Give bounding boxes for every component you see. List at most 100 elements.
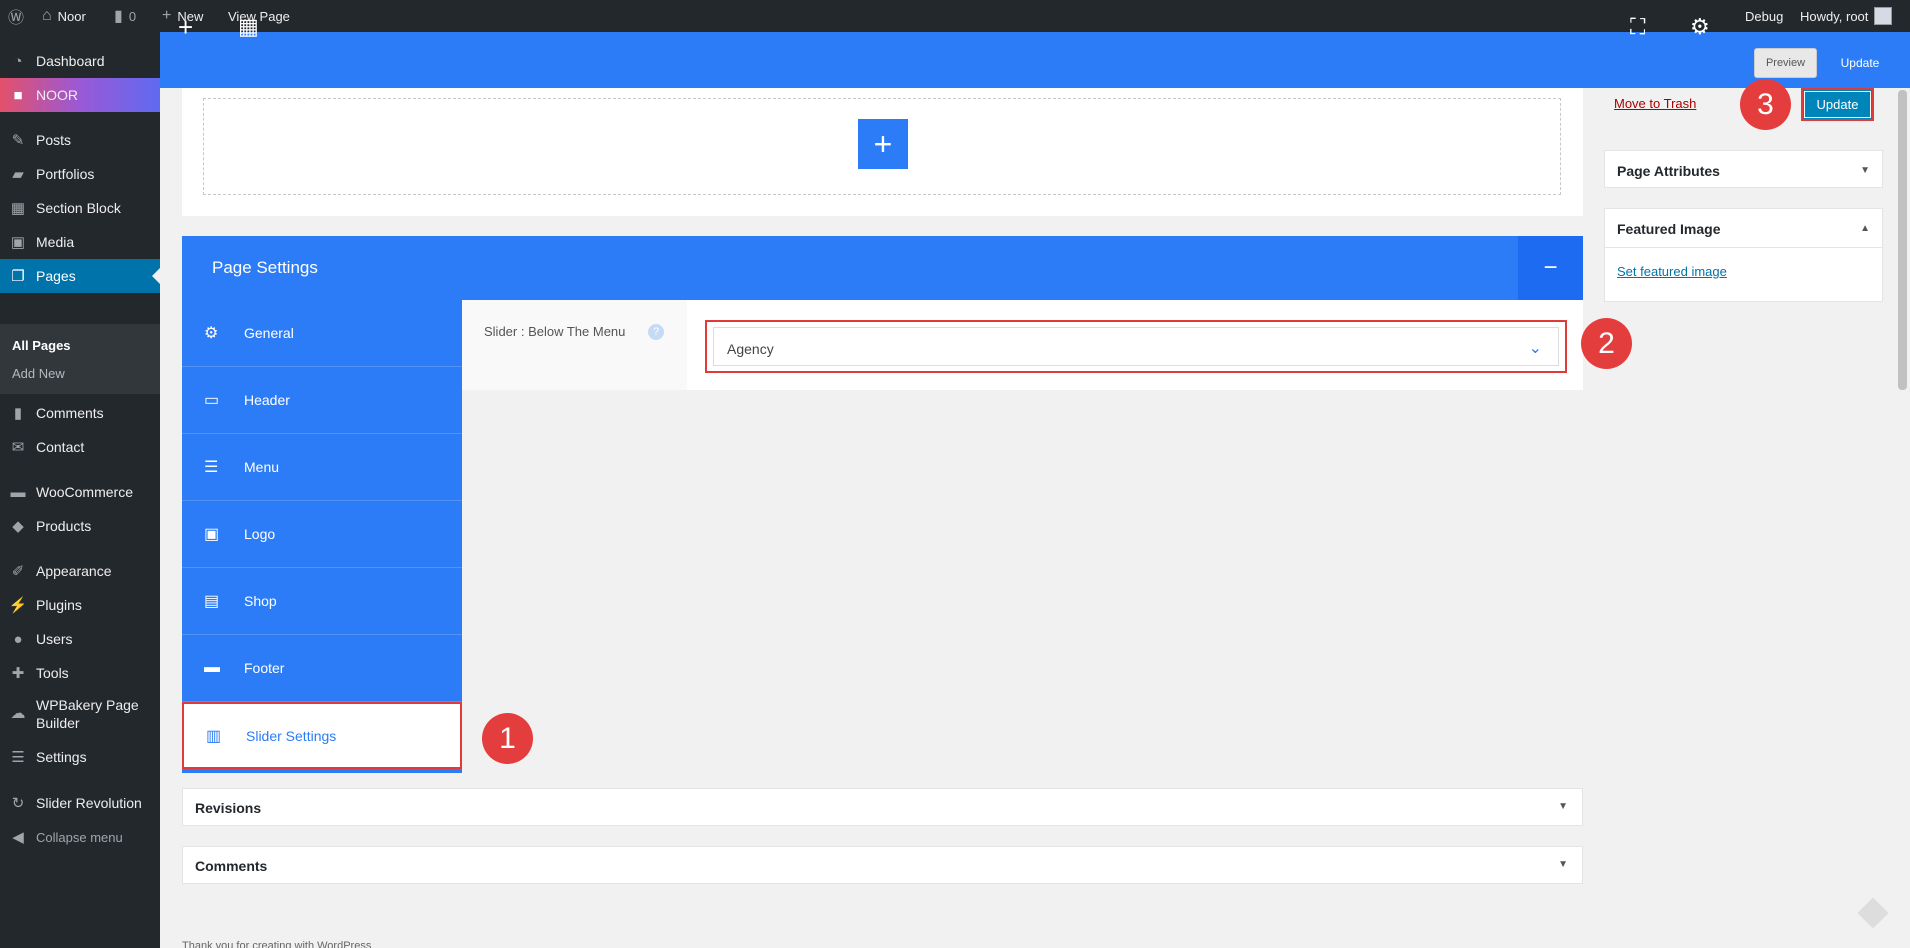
- gear-icon[interactable]: ⚙: [1690, 12, 1710, 42]
- field-label-column: Slider : Below The Menu ?: [462, 300, 687, 390]
- menu-item-section-block[interactable]: ▦ Section Block: [0, 191, 160, 225]
- menu-item-plugins[interactable]: ⚡ Plugins: [0, 588, 160, 622]
- help-icon[interactable]: ?: [648, 324, 664, 340]
- page-attributes-box[interactable]: Page Attributes ▼: [1604, 150, 1883, 188]
- feedback-icon[interactable]: [1857, 897, 1889, 929]
- revisions-box[interactable]: Revisions ▼: [182, 788, 1583, 826]
- page-attributes-title: Page Attributes: [1617, 163, 1720, 179]
- select-value: Agency: [727, 341, 774, 357]
- menu-item-noor[interactable]: ■ NOOR: [0, 78, 160, 112]
- comments-link[interactable]: ▮ 0: [114, 0, 136, 32]
- menu-item-settings[interactable]: ☰ Settings: [0, 740, 160, 774]
- brush-icon: ✐: [11, 563, 25, 580]
- cloud-icon: ☁: [10, 705, 26, 722]
- update-button[interactable]: Update: [1801, 88, 1874, 121]
- footer-credit: Thank you for creating with WordPress: [182, 940, 372, 948]
- menu-item-tools[interactable]: ✚ Tools: [0, 656, 160, 690]
- step-badge-1: 1: [482, 713, 533, 764]
- comment-icon: ▮: [13, 405, 23, 422]
- pin-icon: ✎: [11, 132, 25, 149]
- image-icon: ▣: [204, 526, 220, 543]
- nav-logo[interactable]: ▣ Logo: [182, 501, 462, 568]
- admin-bar: Ⓦ ⌂ Noor ▮ 0 + New View Page Debug Howdy…: [0, 0, 1910, 32]
- nav-slider-settings[interactable]: ▥ Slider Settings: [182, 702, 462, 769]
- submenu-all-pages[interactable]: All Pages: [12, 338, 71, 353]
- nav-general[interactable]: ⚙ General: [182, 300, 462, 367]
- menu-item-wpbakery[interactable]: ☁ WPBakery Page Builder: [0, 691, 160, 737]
- debug-label: Debug: [1745, 8, 1784, 24]
- menu-item-slider-revolution[interactable]: ↻ Slider Revolution: [0, 786, 160, 820]
- featured-image-box: Featured Image ▲ Set featured image: [1604, 208, 1883, 302]
- wordpress-logo-icon[interactable]: Ⓦ: [8, 0, 24, 32]
- select-inner: Agency ⌄: [713, 327, 1559, 366]
- preview-button[interactable]: Preview: [1754, 48, 1817, 78]
- comments-count: 0: [128, 8, 137, 24]
- featured-image-title[interactable]: Featured Image: [1617, 221, 1720, 237]
- howdy-label: Howdy, root: [1800, 8, 1869, 24]
- slider-select[interactable]: Agency ⌄: [705, 320, 1567, 373]
- wrench-icon: ✚: [11, 665, 25, 682]
- window-icon: ▭: [204, 392, 220, 409]
- media-icon: ▣: [10, 234, 26, 251]
- site-name: Noor: [57, 8, 86, 24]
- move-to-trash-link[interactable]: Move to Trash: [1614, 96, 1696, 111]
- gear-icon: ⚙: [204, 325, 219, 342]
- slider-icon: ▥: [206, 727, 222, 745]
- user-icon: ●: [13, 630, 23, 648]
- layout-template-icon[interactable]: ▦: [238, 12, 259, 42]
- submenu-add-new[interactable]: Add New: [12, 366, 65, 381]
- menu-item-media[interactable]: ▣ Media: [0, 225, 160, 259]
- revisions-title: Revisions: [195, 800, 262, 816]
- menu-item-posts[interactable]: ✎ Posts: [0, 123, 160, 157]
- fullscreen-icon[interactable]: ⛶: [1630, 12, 1645, 42]
- debug-link[interactable]: Debug: [1745, 0, 1783, 32]
- chevron-down-icon: ⌄: [1528, 340, 1542, 357]
- mail-icon: ✉: [11, 439, 25, 456]
- comment-bubble-icon: ▮: [114, 8, 123, 25]
- folder-icon: ▰: [12, 166, 24, 183]
- sliders-icon: ☰: [11, 749, 25, 766]
- toolbar-update-button[interactable]: Update: [1830, 48, 1890, 78]
- page-settings-title: Page Settings: [212, 258, 318, 277]
- box-icon: ◆: [12, 518, 24, 535]
- add-element-icon[interactable]: +: [178, 12, 193, 42]
- collapse-menu-button[interactable]: ◀ Collapse menu: [0, 820, 160, 854]
- scrollbar[interactable]: [1895, 88, 1910, 948]
- refresh-icon: ↻: [11, 795, 25, 812]
- plus-icon: +: [162, 7, 172, 24]
- menu-item-woocommerce[interactable]: ▬ WooCommerce: [0, 475, 160, 509]
- site-name-link[interactable]: ⌂ Noor: [42, 0, 86, 32]
- scrollbar-thumb[interactable]: [1898, 90, 1907, 390]
- add-element-button[interactable]: +: [858, 119, 908, 169]
- menu-item-appearance[interactable]: ✐ Appearance: [0, 554, 160, 588]
- menu-item-contact[interactable]: ✉ Contact: [0, 430, 160, 464]
- menu-item-portfolios[interactable]: ▰ Portfolios: [0, 157, 160, 191]
- store-icon: ▤: [204, 593, 220, 610]
- nav-shop[interactable]: ▤ Shop: [182, 568, 462, 635]
- comments-box[interactable]: Comments ▼: [182, 846, 1583, 884]
- home-icon: ⌂: [42, 7, 52, 24]
- footer-icon: ▬: [204, 659, 220, 676]
- comments-title: Comments: [195, 858, 268, 874]
- woo-icon: ▬: [10, 483, 26, 501]
- nav-menu[interactable]: ☰ Menu: [182, 434, 462, 501]
- builder-toolbar: [160, 32, 1910, 88]
- minimize-button[interactable]: −: [1518, 236, 1583, 300]
- avatar: [1874, 7, 1893, 25]
- menu-item-products[interactable]: ◆ Products: [0, 509, 160, 543]
- grid-icon: ▦: [10, 200, 26, 217]
- menu-icon: ☰: [204, 459, 219, 476]
- triangle-up-icon[interactable]: ▲: [1860, 223, 1870, 234]
- account-menu[interactable]: Howdy, root: [1800, 0, 1893, 32]
- divider: [1605, 247, 1882, 248]
- menu-item-dashboard[interactable]: ◔ Dashboard: [0, 44, 160, 78]
- admin-side-menu: ◔ Dashboard ■ NOOR ✎ Posts ▰ Portfolios ▦ Sec…: [0, 32, 160, 948]
- menu-item-users[interactable]: ● Users: [0, 622, 160, 656]
- menu-item-comments[interactable]: ▮ Comments: [0, 396, 160, 430]
- step-badge-2: 2: [1581, 318, 1632, 369]
- menu-item-pages[interactable]: ❐ Pages: [0, 259, 160, 293]
- nav-header[interactable]: ▭ Header: [182, 367, 462, 434]
- set-featured-image-link[interactable]: Set featured image: [1617, 264, 1727, 279]
- nav-footer[interactable]: ▬ Footer: [182, 635, 462, 702]
- collapse-icon: ◀: [12, 829, 24, 846]
